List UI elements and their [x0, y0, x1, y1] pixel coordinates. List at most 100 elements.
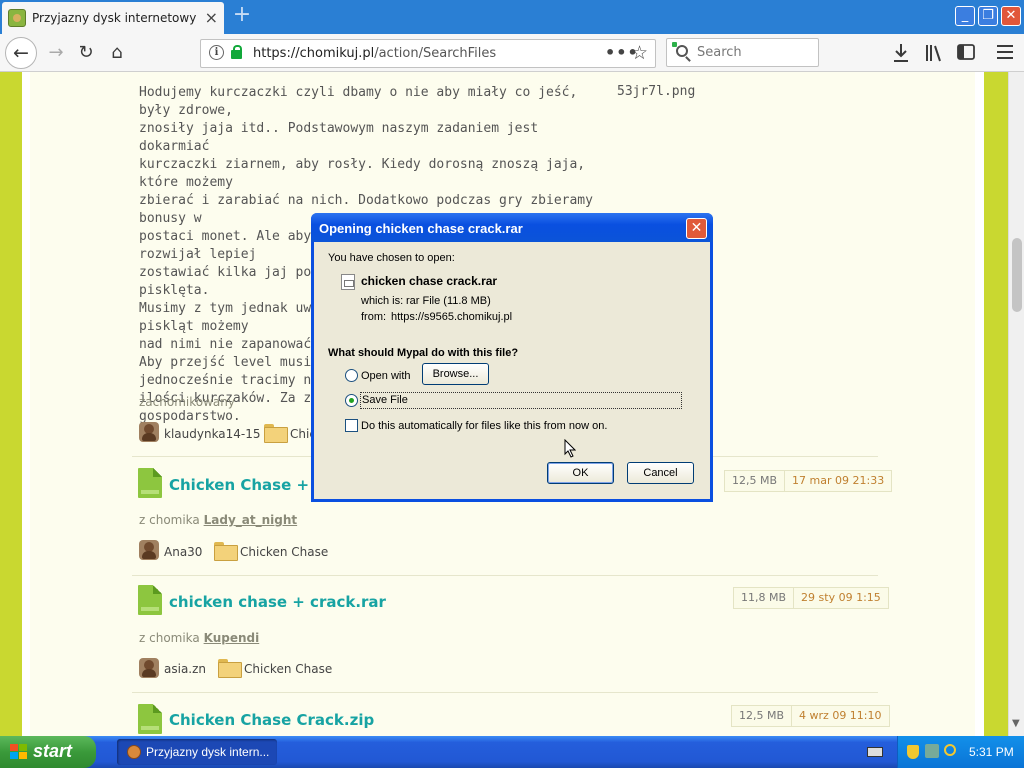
- from-user-line: z chomika Kupendi: [139, 631, 259, 645]
- user-link[interactable]: Ana30: [164, 545, 202, 559]
- file-icon[interactable]: [138, 585, 162, 615]
- network-icon[interactable]: [925, 744, 939, 758]
- description-attachment[interactable]: 53jr7l.png: [617, 84, 695, 99]
- window-maximize-button[interactable]: ❐: [978, 6, 998, 26]
- ok-button[interactable]: OK: [547, 462, 614, 484]
- search-placeholder: Search: [697, 45, 742, 60]
- system-tray: 5:31 PM: [897, 736, 1024, 768]
- file-icon[interactable]: [138, 704, 162, 734]
- clock[interactable]: 5:31 PM: [969, 745, 1014, 759]
- browser-app-icon: [127, 745, 141, 759]
- description-line: znosiły jaja itd.. Podstawowym naszym za…: [139, 121, 546, 154]
- tab-title: Przyjazny dysk internetowy - Chomikuj.pl: [32, 11, 196, 25]
- site-info-icon[interactable]: i: [209, 45, 224, 60]
- result-divider: [132, 692, 878, 693]
- windows-taskbar: start Przyjazny dysk intern... 5:31 PM: [0, 736, 1024, 768]
- do-automatically-checkbox[interactable]: [345, 419, 358, 432]
- file-date: 17 mar 09 21:33: [792, 474, 885, 487]
- start-button[interactable]: start: [0, 736, 96, 768]
- user-link[interactable]: asia.zn: [164, 662, 206, 676]
- sidebar-icon[interactable]: [957, 44, 975, 60]
- download-icon[interactable]: [892, 43, 910, 63]
- dialog-titlebar[interactable]: Opening chicken chase crack.rar ✕: [311, 213, 713, 242]
- search-tray-icon[interactable]: [944, 744, 956, 756]
- zachomikowany-label: zachomikowany: [139, 395, 235, 409]
- forward-button[interactable]: →: [42, 39, 70, 67]
- description-line: kurczaczki ziarnem, aby rosły. Kiedy dor…: [139, 157, 593, 190]
- folder-link[interactable]: Chicken Chase: [244, 662, 332, 676]
- file-icon[interactable]: [138, 468, 162, 498]
- do-automatically-label[interactable]: Do this automatically for files like thi…: [361, 420, 607, 432]
- keyboard-icon[interactable]: [867, 747, 883, 757]
- browse-button[interactable]: Browse...: [422, 363, 489, 385]
- search-icon: [672, 42, 688, 57]
- url-host: https://chomikuj.pl: [253, 46, 375, 61]
- reload-button[interactable]: ↻: [72, 39, 100, 67]
- lock-icon[interactable]: [231, 45, 242, 59]
- url-bar[interactable]: i https://chomikuj.pl/action/SearchFiles…: [200, 39, 656, 68]
- new-tab-button[interactable]: +: [232, 4, 252, 28]
- mouse-pointer-icon: [564, 439, 576, 458]
- security-shield-icon[interactable]: [907, 745, 919, 759]
- page-scrollbar[interactable]: ▼: [1008, 72, 1024, 736]
- save-file-radio[interactable]: [345, 394, 358, 407]
- chomikuj-favicon-icon: [8, 9, 26, 27]
- folder-icon: [214, 542, 238, 561]
- file-size: 11,8 MB: [734, 588, 795, 608]
- scrollbar-thumb[interactable]: [1012, 238, 1022, 312]
- chosen-label: You have chosen to open:: [328, 252, 455, 264]
- home-button[interactable]: ⌂: [103, 39, 131, 67]
- open-with-radio[interactable]: [345, 369, 358, 382]
- dialog-body: You have chosen to open: chicken chase c…: [314, 242, 710, 499]
- size-date-badge: 12,5 MB 17 mar 09 21:33: [724, 470, 893, 492]
- rar-file-icon: [341, 274, 355, 290]
- windows-logo-icon: [10, 744, 27, 759]
- save-file-label[interactable]: Save File: [360, 392, 682, 409]
- cancel-button[interactable]: Cancel: [627, 462, 694, 484]
- file-source-value: https://s9565.chomikuj.pl: [391, 311, 513, 323]
- file-date: 29 sty 09 1:15: [801, 591, 881, 604]
- open-with-label[interactable]: Open with: [361, 370, 411, 382]
- which-is-label: which is:: [361, 295, 404, 307]
- tab-close-icon[interactable]: ×: [205, 10, 218, 26]
- window-minimize-button[interactable]: _: [955, 6, 975, 26]
- from-label: z chomika: [139, 631, 200, 645]
- file-type-value: rar File (11.8 MB): [406, 295, 491, 307]
- menu-hamburger-icon[interactable]: [997, 45, 1013, 59]
- from-user-link[interactable]: Lady_at_night: [204, 513, 298, 527]
- from-label: z chomika: [139, 513, 200, 527]
- from-user-link[interactable]: Kupendi: [204, 631, 260, 645]
- library-icon[interactable]: [925, 43, 943, 63]
- result-divider: [132, 575, 878, 576]
- description-line: Hodujemy kurczaczki czyli dbamy o nie ab…: [139, 85, 586, 118]
- file-date: 4 wrz 09 11:10: [799, 709, 882, 722]
- window-close-button[interactable]: ✕: [1001, 6, 1021, 26]
- user-link[interactable]: klaudynka14-15: [164, 427, 261, 441]
- start-label: start: [33, 741, 73, 761]
- user-avatar[interactable]: [139, 658, 159, 678]
- file-size: 12,5 MB: [725, 471, 786, 491]
- dialog-question: What should Mypal do with this file?: [328, 347, 519, 359]
- dialog-title: Opening chicken chase crack.rar: [319, 221, 523, 236]
- file-size: 12,5 MB: [732, 706, 793, 726]
- open-file-dialog: Opening chicken chase crack.rar ✕ You ha…: [311, 213, 713, 502]
- scroll-down-arrow-icon[interactable]: ▼: [1012, 718, 1020, 729]
- url-path: /action/SearchFiles: [374, 46, 497, 61]
- tab-chomikuj[interactable]: Przyjazny dysk internetowy - Chomikuj.pl…: [2, 2, 224, 34]
- user-avatar[interactable]: [139, 540, 159, 560]
- back-button[interactable]: ←: [5, 37, 37, 69]
- folder-link[interactable]: Chicken Chase: [240, 545, 328, 559]
- user-avatar[interactable]: [139, 422, 159, 442]
- from-label: from:: [361, 311, 387, 323]
- result-file-link[interactable]: chicken chase + crack.rar: [169, 593, 386, 611]
- size-date-badge: 12,5 MB 4 wrz 09 11:10: [731, 705, 890, 727]
- result-file-link[interactable]: Chicken Chase Crack.zip: [169, 711, 374, 729]
- search-bar[interactable]: Search: [666, 38, 819, 67]
- size-date-badge: 11,8 MB 29 sty 09 1:15: [733, 587, 889, 609]
- taskbar-item-browser[interactable]: Przyjazny dysk intern...: [117, 739, 277, 765]
- from-user-line: z chomika Lady_at_night: [139, 513, 297, 527]
- dialog-filename: chicken chase crack.rar: [361, 274, 498, 288]
- url-text[interactable]: https://chomikuj.pl/action/SearchFiles: [253, 46, 496, 61]
- bookmark-star-icon[interactable]: ☆: [631, 42, 648, 64]
- dialog-close-button[interactable]: ✕: [686, 218, 707, 239]
